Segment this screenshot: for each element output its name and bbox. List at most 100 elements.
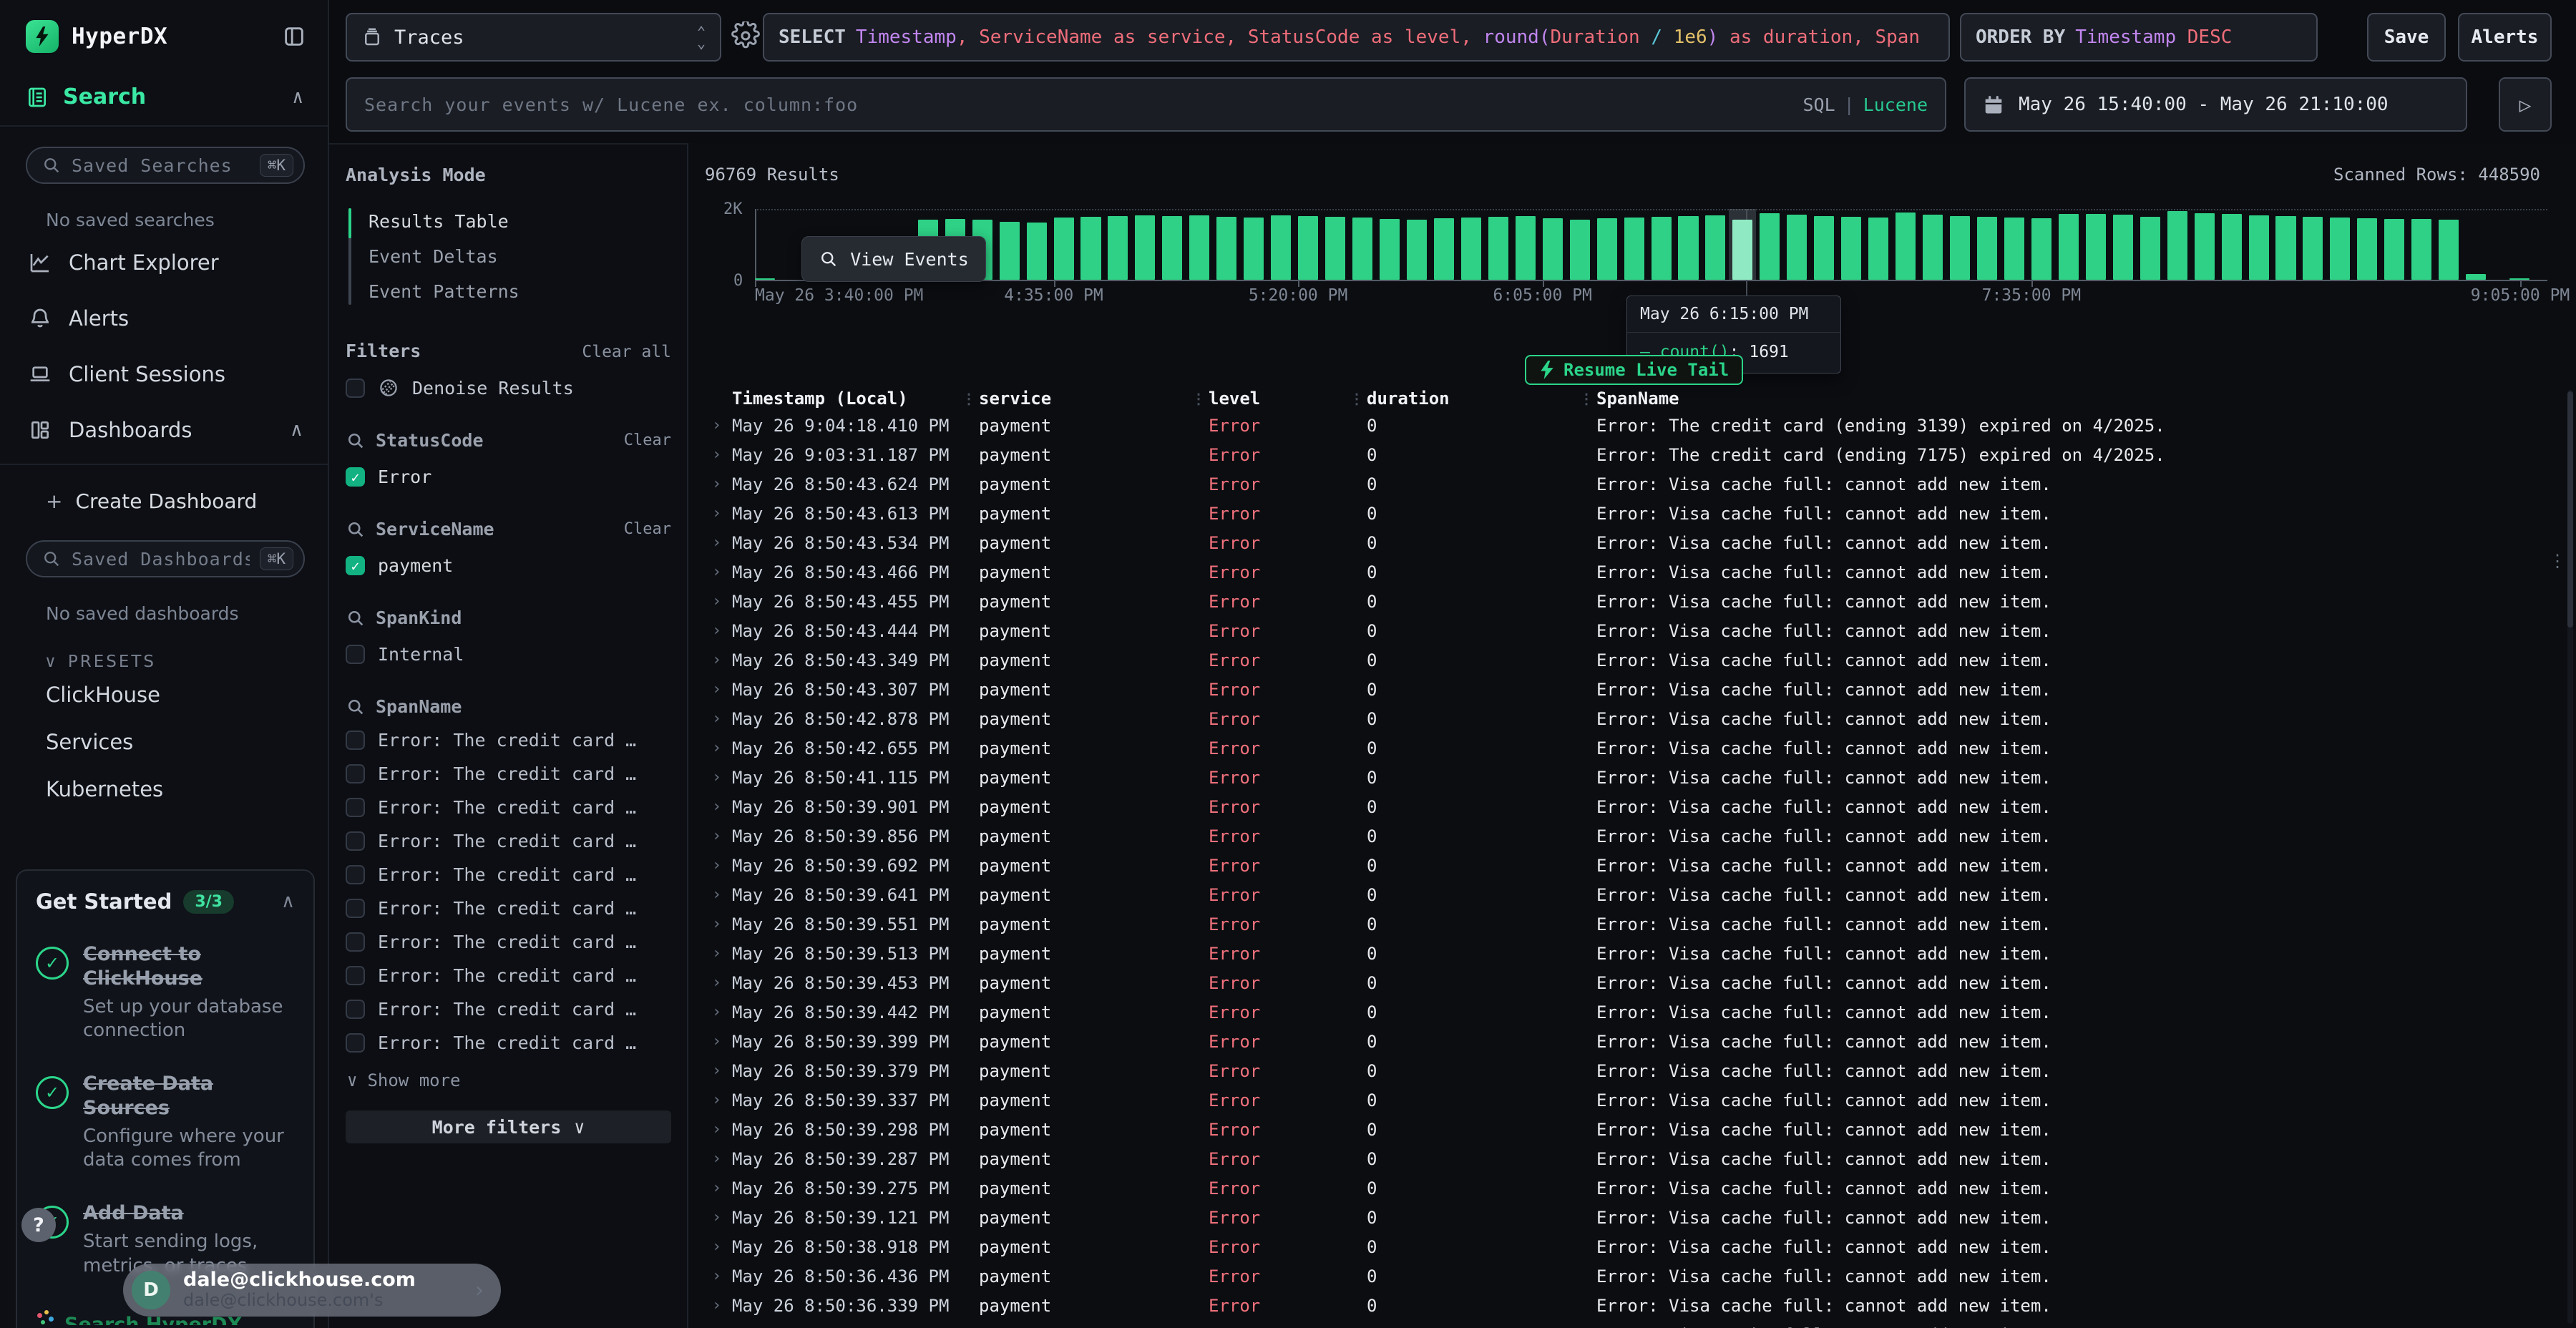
row-expand-chevron-icon[interactable]: › [705, 974, 725, 992]
histogram-bar[interactable] [1597, 218, 1617, 280]
histogram-bar[interactable] [1325, 217, 1345, 280]
event-search-input[interactable]: Search your events w/ Lucene ex. column:… [346, 77, 1946, 132]
histogram-bar[interactable] [1787, 215, 1807, 280]
histogram-bar[interactable] [1570, 220, 1590, 280]
histogram-bar[interactable] [2222, 214, 2242, 280]
histogram-bar[interactable] [1841, 217, 1861, 280]
row-expand-chevron-icon[interactable]: › [705, 416, 725, 434]
histogram-bar[interactable] [1135, 215, 1155, 280]
source-select[interactable]: Traces ⌃⌄ [346, 13, 721, 62]
histogram-bar[interactable] [1705, 215, 1725, 280]
table-row[interactable]: ›May 26 8:50:43.534 PMpaymentError0Error… [705, 528, 2576, 557]
row-expand-chevron-icon[interactable]: › [705, 651, 725, 669]
histogram-bar[interactable] [1624, 218, 1644, 280]
row-expand-chevron-icon[interactable]: › [705, 739, 725, 757]
column-header-service[interactable]: service⋮ [972, 389, 1201, 409]
histogram-bar[interactable] [1652, 217, 1672, 280]
row-expand-chevron-icon[interactable]: › [705, 1032, 725, 1050]
histogram-bar[interactable] [1380, 219, 1400, 280]
histogram-bar[interactable] [2466, 274, 2486, 280]
clear-servicename-link[interactable]: Clear [624, 520, 671, 538]
histogram-bar[interactable] [2140, 217, 2160, 280]
spanname-option[interactable]: Error: The credit card … [346, 898, 671, 919]
histogram-bar[interactable] [2113, 215, 2133, 280]
run-query-button[interactable]: ▷ [2499, 77, 2552, 132]
clear-statuscode-link[interactable]: Clear [624, 431, 671, 449]
sidebar-item-search[interactable]: Search ∧ [0, 53, 328, 127]
histogram-bar[interactable] [1950, 216, 1970, 280]
histogram-bar[interactable] [2004, 218, 2024, 280]
histogram-bar[interactable] [2059, 214, 2079, 280]
table-row[interactable]: ›May 26 9:03:31.187 PMpaymentError0Error… [705, 440, 2576, 469]
show-more-link[interactable]: ∨ Show more [347, 1070, 671, 1090]
column-header-level[interactable]: level⋮ [1201, 389, 1360, 409]
histogram-bar[interactable] [1054, 218, 1074, 280]
histogram-bar[interactable] [2167, 211, 2187, 280]
clear-all-link[interactable]: Clear all [582, 343, 671, 361]
row-expand-chevron-icon[interactable]: › [705, 886, 725, 904]
row-expand-chevron-icon[interactable]: › [705, 1267, 725, 1285]
table-row[interactable]: ›May 26 8:50:36.329 PMpaymentError0Error… [705, 1320, 2576, 1328]
resume-live-tail-button[interactable]: Resume Live Tail [1525, 355, 1743, 385]
histogram-bar[interactable] [1162, 216, 1182, 280]
help-button[interactable]: ? [21, 1208, 56, 1242]
row-expand-chevron-icon[interactable]: › [705, 798, 725, 816]
row-expand-chevron-icon[interactable]: › [705, 1238, 725, 1256]
filter-group-name[interactable]: SpanKind [376, 607, 462, 628]
histogram-bar[interactable] [1352, 218, 1372, 280]
histogram-bar[interactable] [2384, 219, 2404, 280]
table-row[interactable]: ›May 26 8:50:39.337 PMpaymentError0Error… [705, 1085, 2576, 1115]
filter-group-name[interactable]: SpanName [376, 696, 462, 717]
spanname-option[interactable]: Error: The credit card … [346, 999, 671, 1020]
saved-dashboards-input[interactable]: Saved Dashboards ⌘K [26, 540, 305, 577]
table-row[interactable]: ›May 26 8:50:43.613 PMpaymentError0Error… [705, 499, 2576, 528]
column-drag-handle-icon[interactable]: ⋮ [1579, 390, 1594, 407]
analysis-mode-event-deltas[interactable]: Event Deltas [348, 239, 671, 274]
presets-toggle[interactable]: ∨ PRESETS [0, 628, 328, 671]
table-options-icon[interactable]: ⋮ [2549, 551, 2566, 571]
preset-kubernetes[interactable]: Kubernetes [0, 766, 328, 813]
histogram-bar[interactable] [1977, 217, 1997, 280]
spanname-option[interactable]: Error: The credit card … [346, 797, 671, 818]
row-expand-chevron-icon[interactable]: › [705, 1179, 725, 1197]
mode-lucene[interactable]: Lucene [1863, 94, 1928, 115]
table-row[interactable]: ›May 26 8:50:36.436 PMpaymentError0Error… [705, 1261, 2576, 1291]
sidebar-item-alerts[interactable]: Alerts [0, 290, 328, 346]
histogram-bar[interactable] [2195, 213, 2215, 280]
get-started-step[interactable]: ✓Create Data SourcesConfigure where your… [36, 1072, 295, 1173]
table-row[interactable]: ›May 26 8:50:39.641 PMpaymentError0Error… [705, 880, 2576, 909]
table-row[interactable]: ›May 26 8:50:39.442 PMpaymentError0Error… [705, 997, 2576, 1027]
table-row[interactable]: ›May 26 8:50:39.287 PMpaymentError0Error… [705, 1144, 2576, 1173]
histogram-bar[interactable] [1108, 216, 1128, 280]
column-drag-handle-icon[interactable]: ⋮ [1350, 390, 1364, 407]
row-expand-chevron-icon[interactable]: › [705, 1062, 725, 1080]
histogram-bar[interactable] [2303, 217, 2323, 280]
histogram-bar[interactable] [2031, 218, 2051, 280]
sql-select-editor[interactable]: SELECTTimestamp, ServiceName as service,… [763, 13, 1950, 62]
row-expand-chevron-icon[interactable]: › [705, 1150, 725, 1168]
histogram-bar[interactable] [1868, 218, 1888, 280]
spanname-option[interactable]: Error: The credit card … [346, 932, 671, 952]
histogram-bar[interactable] [1760, 213, 1780, 280]
table-row[interactable]: ›May 26 8:50:39.298 PMpaymentError0Error… [705, 1115, 2576, 1144]
histogram-bar[interactable] [1080, 217, 1101, 280]
column-header-spanname[interactable]: SpanName⋮ [1589, 389, 2576, 409]
row-expand-chevron-icon[interactable]: › [705, 1120, 725, 1138]
sidebar-collapse-icon[interactable] [282, 24, 306, 49]
column-header-timestamp[interactable]: Timestamp (Local) [725, 389, 972, 409]
histogram-bar[interactable] [1461, 218, 1481, 280]
sidebar-item-chart-explorer[interactable]: Chart Explorer [0, 235, 328, 290]
table-row[interactable]: ›May 26 8:50:39.121 PMpaymentError0Error… [705, 1203, 2576, 1232]
row-expand-chevron-icon[interactable]: › [705, 622, 725, 640]
save-button[interactable]: Save [2367, 13, 2446, 62]
histogram-bar[interactable] [1298, 216, 1318, 280]
histogram-bar[interactable] [2357, 218, 2377, 280]
histogram-bar[interactable] [1543, 218, 1563, 280]
table-row[interactable]: ›May 26 8:50:43.307 PMpaymentError0Error… [705, 675, 2576, 704]
histogram-bar[interactable] [1814, 216, 1834, 280]
spanname-option[interactable]: Error: The credit card … [346, 763, 671, 784]
histogram-bar[interactable] [1434, 218, 1454, 280]
table-row[interactable]: ›May 26 8:50:42.878 PMpaymentError0Error… [705, 704, 2576, 733]
histogram-bar[interactable] [1216, 217, 1236, 280]
histogram-bar[interactable] [1271, 215, 1291, 280]
